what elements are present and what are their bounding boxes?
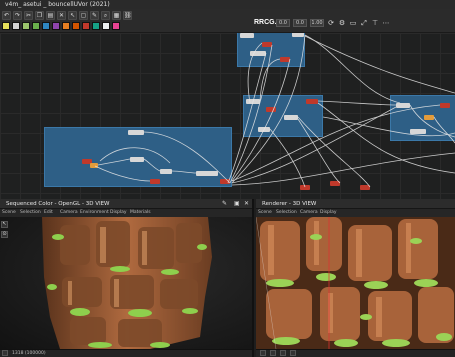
menu-item[interactable]: Scene — [258, 210, 272, 215]
undo-icon[interactable]: ↶ — [2, 10, 11, 20]
node-swatch-0[interactable] — [2, 22, 10, 30]
zoom-icon[interactable]: ⌕ — [101, 10, 110, 20]
pin-icon[interactable]: ✎ — [222, 200, 227, 207]
status-bar: 1318 (100000) — [0, 349, 252, 357]
link-icon[interactable]: ⛓ — [123, 10, 132, 20]
node-swatch-8[interactable] — [82, 22, 90, 30]
rock-pillar-render — [42, 217, 212, 349]
cursor-icon[interactable]: ↖ — [68, 10, 77, 20]
copy-icon[interactable]: ❐ — [35, 10, 44, 20]
render-status-icon — [260, 350, 266, 356]
grid-icon[interactable]: ▦ — [112, 10, 121, 20]
app-title: v4m_ asetui _ bouncellUVor (2021) — [5, 1, 110, 8]
graph-connections — [94, 34, 455, 188]
render-camera-icon[interactable] — [280, 350, 286, 356]
node-swatch-7[interactable] — [72, 22, 80, 30]
menu-item[interactable]: Selection — [276, 210, 297, 215]
settings-icon[interactable]: ⚙ — [338, 19, 346, 27]
node-swatch-6[interactable] — [62, 22, 70, 30]
node-swatch-4[interactable] — [42, 22, 50, 30]
menu-item[interactable]: Camera — [300, 210, 318, 215]
panel-title: Renderer - 3D VIEW — [262, 201, 317, 207]
view-controls: 0.0 0.0 1.00 ⟳ ⚙ ▭ ⤢ ⊤ ⋯ — [276, 19, 390, 27]
node-swatch-1[interactable] — [12, 22, 20, 30]
menu-item[interactable]: Environment — [80, 210, 109, 215]
redo-icon[interactable]: ↷ — [13, 10, 22, 20]
menu-item[interactable]: Selection — [20, 210, 41, 215]
node-swatch-10[interactable] — [102, 22, 110, 30]
node-swatch-3[interactable] — [32, 22, 40, 30]
fit-icon[interactable]: ⤢ — [360, 19, 368, 27]
node-palette — [2, 21, 120, 31]
node-graph[interactable] — [0, 33, 455, 199]
menu-item[interactable]: Materials — [130, 210, 151, 215]
more-icon[interactable]: ⋯ — [382, 19, 390, 27]
menu-item[interactable]: Camera — [60, 210, 78, 215]
offset-y-field[interactable]: 0.0 — [293, 19, 307, 27]
status-text: 1318 (100000) — [12, 351, 46, 356]
layout-icon[interactable]: ▭ — [349, 19, 357, 27]
menu-item[interactable]: Display — [320, 210, 337, 215]
panel-menu: Scene Selection Camera Display — [256, 209, 455, 217]
status-bar — [256, 349, 455, 357]
cut-icon[interactable]: ✂ — [24, 10, 33, 20]
panel-header: Sequenced Color - OpenGL - 3D VIEW ✎ ▣ ✕ — [0, 199, 252, 209]
refresh-icon[interactable]: ⟳ — [327, 19, 335, 27]
node-swatch-9[interactable] — [92, 22, 100, 30]
panel-menu: Scene Selection Edit Camera Environment … — [0, 209, 252, 217]
render-light-icon[interactable] — [290, 350, 296, 356]
viewport-panel-renderer: Renderer - 3D VIEW Scene Selection Camer… — [256, 199, 455, 357]
pin-icon[interactable]: ⊤ — [371, 19, 379, 27]
render-settings-icon[interactable] — [270, 350, 276, 356]
paste-icon[interactable]: ▤ — [46, 10, 55, 20]
3d-viewport[interactable]: ↖ ⊙ — [0, 217, 252, 349]
zoom-field[interactable]: 1.00 — [310, 19, 324, 27]
status-icon — [2, 350, 8, 356]
node-swatch-2[interactable] — [22, 22, 30, 30]
node-swatch-11[interactable] — [112, 22, 120, 30]
close-icon[interactable]: ✕ — [244, 200, 249, 207]
toolbar: ↶ ↷ ✂ ❐ ▤ ✕ ↖ ▢ ✎ ⌕ ▦ ⛓ RRCG.cn 0.0 0.0 … — [0, 9, 455, 33]
rock-render-image — [256, 217, 455, 349]
node-swatch-5[interactable] — [52, 22, 60, 30]
delete-icon[interactable]: ✕ — [57, 10, 66, 20]
maximize-icon[interactable]: ▣ — [234, 200, 240, 207]
menu-item[interactable]: Edit — [44, 210, 53, 215]
panel-header: Renderer - 3D VIEW — [256, 199, 455, 209]
viewport-panel-opengl: Sequenced Color - OpenGL - 3D VIEW ✎ ▣ ✕… — [0, 199, 254, 357]
panel-title: Sequenced Color - OpenGL - 3D VIEW — [6, 201, 110, 207]
frame-icon[interactable]: ▢ — [79, 10, 88, 20]
toolbar-row-icons: ↶ ↷ ✂ ❐ ▤ ✕ ↖ ▢ ✎ ⌕ ▦ ⛓ — [2, 10, 132, 20]
comment-icon[interactable]: ✎ — [90, 10, 99, 20]
render-viewport[interactable] — [256, 217, 455, 349]
menu-item[interactable]: Scene — [2, 210, 16, 215]
menu-item[interactable]: Display — [110, 210, 127, 215]
offset-x-field[interactable]: 0.0 — [276, 19, 290, 27]
